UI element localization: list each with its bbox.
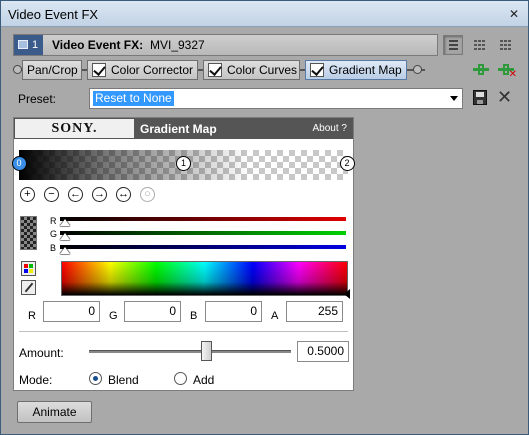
gradient-map-panel: SONY. Gradient Map About ? 0 1 2 + − ← → ↔…: [11, 117, 355, 391]
chain-enable-checkbox[interactable]: [310, 63, 324, 77]
green-bar-label: G: [50, 229, 58, 239]
a-field-label: A: [271, 310, 279, 322]
add-radio[interactable]: [174, 372, 187, 385]
chain-item-color-curves[interactable]: Color Curves: [203, 60, 300, 80]
delete-preset-icon[interactable]: ✕: [497, 87, 512, 108]
view-compact-button[interactable]: [495, 35, 515, 55]
preset-label: Preset:: [18, 92, 57, 106]
fx-header-label: Video Event FX:: [52, 38, 144, 52]
close-icon[interactable]: ✕: [507, 7, 521, 21]
color-spectrum-picker[interactable]: [61, 261, 348, 296]
color-palette-icon[interactable]: [21, 261, 36, 276]
eyedropper-icon[interactable]: [21, 280, 36, 295]
compact-view-icon: [500, 40, 511, 51]
chain-item-label: Color Curves: [227, 63, 298, 77]
r-value-field[interactable]: 0: [43, 301, 100, 322]
panel-divider: [19, 331, 348, 332]
b-value-field[interactable]: 0: [205, 301, 262, 322]
plugin-name: Gradient Map: [140, 122, 217, 136]
fx-badge-number: 1: [32, 39, 39, 51]
b-field-label: B: [190, 310, 198, 322]
red-slider[interactable]: [60, 217, 346, 221]
blue-slider-thumb[interactable]: [60, 247, 70, 254]
amount-slider-thumb[interactable]: [200, 341, 212, 361]
blue-bar-label: B: [50, 243, 57, 253]
gradient-stop-1[interactable]: 1: [176, 156, 191, 171]
event-icon: [18, 40, 28, 49]
preset-value: Reset to None: [93, 91, 174, 106]
fx-track-badge[interactable]: 1: [14, 35, 43, 55]
view-single-button[interactable]: [443, 35, 463, 55]
sony-logo: SONY.: [15, 119, 134, 138]
window-title: Video Event FX: [8, 7, 99, 22]
amount-slider-track[interactable]: [89, 350, 291, 353]
blend-radio[interactable]: [89, 372, 102, 385]
amount-value-field[interactable]: 0.5000: [297, 341, 349, 362]
chain-enable-checkbox[interactable]: [92, 63, 106, 77]
chain-item-label: Gradient Map: [329, 63, 402, 77]
blend-radio-label[interactable]: Blend: [108, 373, 139, 387]
g-field-label: G: [109, 310, 118, 322]
red-bar-label: R: [50, 216, 57, 226]
save-preset-icon[interactable]: [473, 90, 487, 105]
grid-view-icon: [474, 40, 485, 51]
r-field-label: R: [28, 310, 36, 322]
video-event-fx-window: Video Event FX ✕ 1 Video Event FX: MVI_9…: [0, 0, 529, 435]
chain-start-node: [13, 65, 22, 74]
preset-dropdown[interactable]: Reset to None: [89, 88, 463, 109]
blue-slider[interactable]: [60, 245, 346, 249]
fx-header-bar: 1 Video Event FX: MVI_9327: [13, 34, 438, 56]
next-stop-icon[interactable]: →: [92, 187, 107, 202]
a-value-field[interactable]: 255: [286, 301, 343, 322]
chain-item-label: Color Corrector: [111, 63, 194, 77]
mode-label: Mode:: [19, 373, 53, 387]
remove-stop-icon[interactable]: −: [44, 187, 59, 202]
plugin-chain-icon[interactable]: [473, 63, 489, 77]
amount-label: Amount:: [19, 346, 64, 360]
remove-plugin-icon[interactable]: ✕: [498, 63, 517, 80]
add-radio-label[interactable]: Add: [193, 373, 214, 387]
chain-enable-checkbox[interactable]: [208, 63, 222, 77]
list-view-icon: [449, 40, 458, 51]
current-color-swatch: [20, 216, 37, 250]
plugin-brand-bar: SONY. Gradient Map About ?: [14, 118, 353, 139]
chain-end-node: [413, 65, 422, 74]
green-slider[interactable]: [60, 231, 346, 235]
reset-stops-icon: ○: [140, 187, 155, 202]
chain-item-color-corrector[interactable]: Color Corrector: [87, 60, 198, 80]
red-slider-thumb[interactable]: [60, 219, 70, 226]
animate-button[interactable]: Animate: [17, 401, 92, 423]
chevron-down-icon[interactable]: [450, 96, 458, 101]
previous-stop-icon[interactable]: ←: [68, 187, 83, 202]
title-bar[interactable]: Video Event FX ✕: [1, 1, 528, 27]
distribute-stops-icon[interactable]: ↔: [116, 187, 131, 202]
fx-header-event-name: MVI_9327: [150, 38, 205, 52]
green-slider-thumb[interactable]: [60, 233, 70, 240]
view-grid-button[interactable]: [469, 35, 489, 55]
chain-item-gradient-map[interactable]: Gradient Map: [305, 60, 407, 80]
spectrum-marker[interactable]: [344, 289, 350, 299]
gradient-stop-2[interactable]: 2: [339, 156, 355, 171]
about-link[interactable]: About ?: [313, 123, 347, 134]
g-value-field[interactable]: 0: [124, 301, 181, 322]
chain-item-pan-crop[interactable]: Pan/Crop: [22, 60, 82, 80]
add-stop-icon[interactable]: +: [20, 187, 35, 202]
gradient-stop-0[interactable]: 0: [11, 156, 27, 171]
chain-item-label: Pan/Crop: [27, 63, 78, 77]
